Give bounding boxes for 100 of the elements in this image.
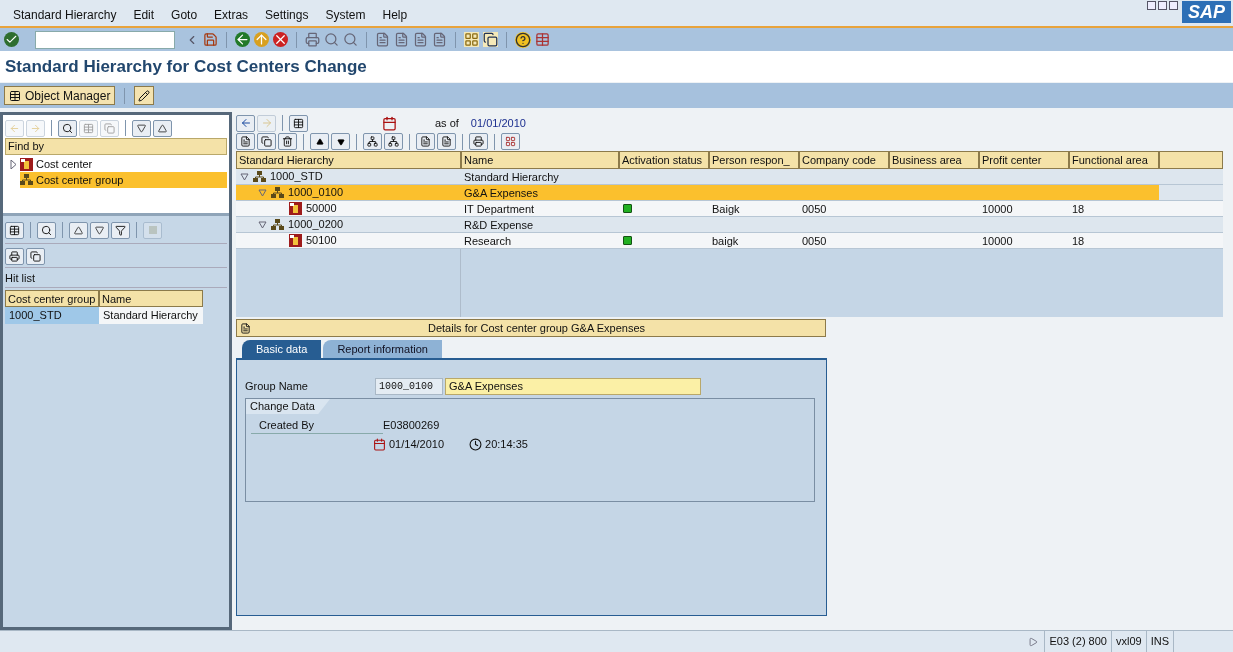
sort-ascending-button[interactable] xyxy=(69,221,88,239)
command-field[interactable] xyxy=(35,30,175,49)
node-id: 50100 xyxy=(306,233,337,249)
menu-item[interactable]: Goto xyxy=(168,6,201,24)
tree-row[interactable]: 1000_0200 R&D Expense xyxy=(236,217,1223,233)
pencil-icon xyxy=(138,89,151,102)
column-header[interactable]: Cost center group xyxy=(5,290,99,307)
window-minimize-icon[interactable] xyxy=(1147,1,1156,10)
node-id: 1000_0200 xyxy=(288,217,344,233)
move-up-button[interactable] xyxy=(310,133,329,150)
find-by-item[interactable]: Cost center xyxy=(20,156,227,172)
enter-icon[interactable] xyxy=(4,32,19,47)
clock-icon xyxy=(469,438,483,451)
layout-icon[interactable] xyxy=(535,32,550,47)
hierarchy-view-button[interactable] xyxy=(289,114,308,132)
search-next-icon[interactable] xyxy=(343,32,358,47)
help-icon[interactable] xyxy=(515,31,531,48)
tree-row[interactable]: 1000_STD Standard Hierarchy xyxy=(236,169,1223,185)
menu-item[interactable]: System xyxy=(322,6,369,24)
hierarchy-icon xyxy=(20,174,33,186)
column-header[interactable]: Activation status xyxy=(619,151,709,169)
copy-button[interactable] xyxy=(257,133,276,150)
table-cell-text: Research xyxy=(463,234,513,248)
column-header[interactable] xyxy=(1159,151,1223,169)
sort-descending-icon xyxy=(95,225,104,235)
cancel-icon[interactable] xyxy=(273,32,288,47)
menu-item[interactable]: Edit xyxy=(130,6,158,24)
column-header[interactable]: Functional area xyxy=(1069,151,1159,169)
filter-button[interactable] xyxy=(111,221,130,239)
hierarchy-view-icon xyxy=(293,117,304,129)
hit-list-title: Hit list xyxy=(5,267,227,287)
move-down-icon xyxy=(336,137,345,146)
hierarchy-icon xyxy=(253,170,266,183)
search-icon[interactable] xyxy=(324,32,339,47)
move-up-icon xyxy=(315,137,324,146)
node-id: 1000_0100 xyxy=(288,185,344,201)
column-header[interactable]: Name xyxy=(99,290,203,307)
calendar-icon xyxy=(373,438,386,451)
table-cell: 0050 xyxy=(802,235,827,247)
details-button[interactable] xyxy=(5,221,24,239)
tab[interactable]: Basic data xyxy=(242,340,322,358)
tab[interactable]: Report information xyxy=(323,340,442,358)
column-header[interactable]: Business area xyxy=(889,151,979,169)
collapse-button[interactable] xyxy=(437,133,456,150)
tree-row[interactable]: 1000_0100 G&A Expenses xyxy=(236,185,1223,201)
calendar-icon[interactable] xyxy=(382,115,397,131)
save-icon[interactable] xyxy=(203,32,218,47)
create-button[interactable] xyxy=(236,133,255,150)
find-button[interactable] xyxy=(58,119,77,137)
created-time: 20:14:35 xyxy=(485,437,528,453)
add-group-button[interactable] xyxy=(363,133,382,150)
field-label: Created By xyxy=(251,416,383,435)
table-cell: 18 xyxy=(1072,203,1085,215)
back-icon xyxy=(239,117,252,129)
status-field: vxl09 xyxy=(1110,631,1146,652)
layout-button[interactable] xyxy=(501,133,520,150)
edit-button[interactable] xyxy=(134,86,155,105)
expand-all-button[interactable] xyxy=(132,119,151,137)
tree-row[interactable]: 50000 IT Department Baigk 0050 10000 18 xyxy=(236,201,1223,217)
node-id: 1000_STD xyxy=(270,169,323,185)
collapse-all-button[interactable] xyxy=(153,119,172,137)
created-date: 01/14/2010 xyxy=(389,437,445,453)
menu-item[interactable]: Settings xyxy=(262,6,312,24)
window-restore-icon[interactable] xyxy=(1158,1,1167,10)
expand-button[interactable] xyxy=(416,133,435,150)
print-icon[interactable] xyxy=(305,32,320,47)
column-header[interactable]: Standard Hierarchy xyxy=(236,151,461,169)
print-button[interactable] xyxy=(5,247,24,265)
hierarchy-icon xyxy=(271,218,284,231)
delete-button[interactable] xyxy=(278,133,297,150)
group-name-field[interactable]: G&A Expenses xyxy=(445,377,701,395)
find-icon xyxy=(62,122,73,134)
screen-title: Standard Hierarchy for Cost Centers Change xyxy=(5,55,367,78)
table-cell-text: Standard Hierarchy xyxy=(463,170,560,184)
add-node-button[interactable] xyxy=(384,133,403,150)
status-toggle-icon[interactable] xyxy=(1028,636,1039,647)
expand-all-icon xyxy=(137,123,146,133)
menu-item[interactable]: Standard Hierarchy xyxy=(10,6,120,24)
exit-icon[interactable] xyxy=(254,32,269,47)
find-button[interactable] xyxy=(37,221,56,239)
hit-list-row[interactable]: 1000_STD Standard Hierarchy xyxy=(5,307,227,324)
table-cell: 18 xyxy=(1072,235,1085,247)
table-cell: 0050 xyxy=(802,203,827,215)
close-icon[interactable] xyxy=(1169,1,1178,10)
print-button[interactable] xyxy=(469,133,488,150)
menu-item[interactable]: Extras xyxy=(211,6,252,24)
column-header[interactable]: Company code xyxy=(799,151,889,169)
menu-item[interactable]: Help xyxy=(379,6,411,24)
column-header[interactable]: Name xyxy=(461,151,619,169)
table-cell: baigk xyxy=(712,235,739,247)
move-down-button[interactable] xyxy=(331,133,350,150)
column-header[interactable]: Profit center xyxy=(979,151,1069,169)
find-by-item[interactable]: Cost center group xyxy=(20,172,227,188)
group-code-field[interactable]: 1000_0100 xyxy=(375,377,443,395)
object-manager-button[interactable]: Object Manager xyxy=(4,86,116,105)
back-icon[interactable] xyxy=(235,32,250,47)
column-header[interactable]: Person respon_ xyxy=(709,151,799,169)
tree-row[interactable]: 50100 Research baigk 0050 10000 18 xyxy=(236,233,1223,249)
export-button[interactable] xyxy=(26,247,45,265)
created-by-value: E03800269 xyxy=(383,418,440,434)
